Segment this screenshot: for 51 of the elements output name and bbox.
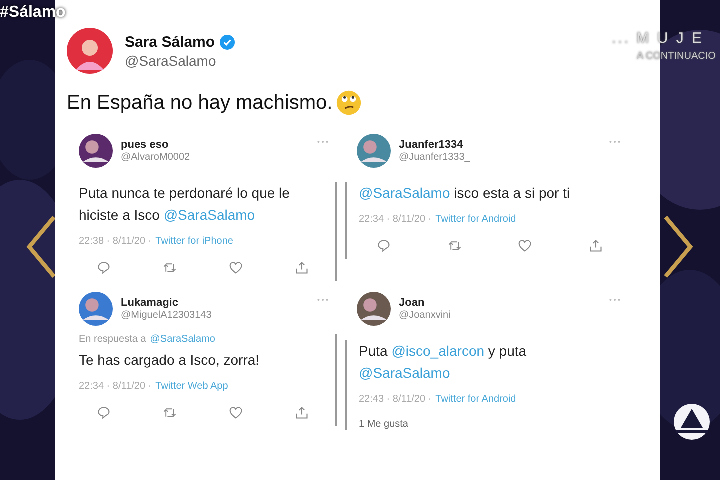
like-icon[interactable] (229, 261, 243, 275)
emoji-icon (336, 90, 362, 116)
share-icon[interactable] (588, 239, 603, 253)
tweet-text: Puta nunca te perdonaré lo que le hiciste a Isco @SaraSalamo (79, 184, 291, 225)
avatar (357, 134, 391, 168)
reply-icon[interactable] (97, 406, 111, 420)
reply-icon[interactable] (377, 239, 391, 253)
user-handle: @AlvaroM0002 (121, 152, 192, 163)
source-link[interactable]: Twitter Web App (156, 381, 228, 392)
author-name: Sara Sálamo (125, 34, 216, 50)
mention-link[interactable]: @SaraSalamo (150, 334, 216, 345)
author-handle: @SaraSalamo (125, 52, 218, 68)
more-icon[interactable] (317, 140, 329, 144)
reply-icon[interactable] (97, 261, 111, 275)
retweet-icon[interactable] (448, 239, 462, 253)
avatar (79, 292, 113, 326)
user-name: Joan (399, 297, 426, 309)
share-icon[interactable] (295, 406, 309, 420)
timestamp: 22:34 · 8/11/20 · (79, 381, 152, 392)
channel-logo-icon (672, 402, 712, 442)
timestamp: 22:43 · 8/11/20 · (359, 394, 432, 405)
like-icon[interactable] (518, 239, 532, 253)
avatar (357, 292, 391, 326)
chevron-icon (662, 214, 696, 280)
user-name: pues eso (121, 139, 170, 151)
source-link[interactable]: Twitter for iPhone (156, 236, 234, 247)
user-handle: @Joanxvini (399, 310, 452, 321)
more-icon[interactable] (317, 298, 329, 302)
user-handle: @MiguelA12303143 (121, 310, 213, 321)
timestamp: 22:34 · 8/11/20 · (359, 214, 432, 225)
more-icon[interactable] (609, 140, 621, 144)
tweet-text: @SaraSalamo isco esta a si por ti (359, 184, 572, 203)
chevron-icon (24, 214, 58, 280)
retweet-icon[interactable] (163, 261, 177, 275)
reply-label: En respuesta a (79, 334, 146, 345)
timestamp: 22:38 · 8/11/20 · (79, 236, 152, 247)
retweet-icon[interactable] (163, 406, 177, 420)
avatar (67, 28, 113, 74)
avatar (79, 134, 113, 168)
more-icon[interactable] (609, 298, 621, 302)
source-link[interactable]: Twitter for Android (436, 214, 516, 225)
tweet-text: En España no hay machismo. (67, 92, 333, 114)
user-name: Juanfer1334 (399, 139, 464, 151)
source-link[interactable]: Twitter for Android (436, 394, 516, 405)
tweet-text: Te has cargado a Isco, zorra! (79, 351, 261, 370)
share-icon[interactable] (295, 261, 309, 275)
likes-count: 1 Me gusta (359, 419, 410, 430)
user-handle: @Juanfer1333_ (399, 152, 472, 163)
user-name: Lukamagic (121, 297, 180, 309)
tweet-text: Puta @isco_alarcon y puta @SaraSalamo (359, 342, 528, 383)
like-icon[interactable] (229, 406, 243, 420)
